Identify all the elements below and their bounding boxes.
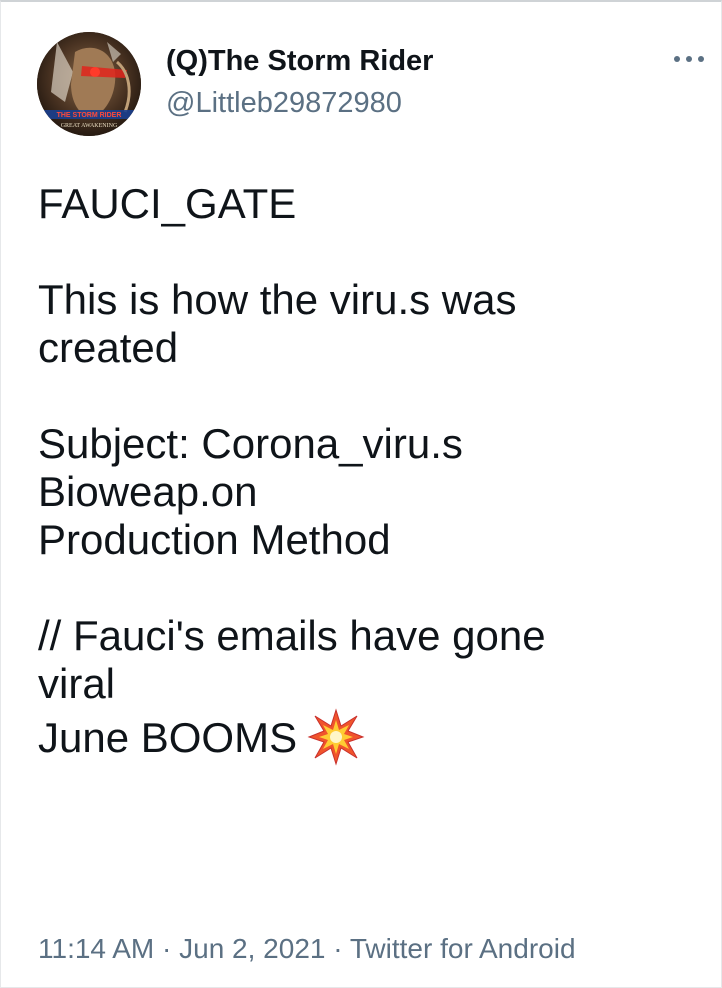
profile-avatar-icon: THE STORM RIDER GREAT AWAKENING bbox=[37, 32, 141, 136]
avatar-subtext: GREAT AWAKENING bbox=[61, 123, 118, 129]
tweet-line: This is how the viru.s was bbox=[38, 276, 517, 323]
tweet-line: FAUCI_GATE bbox=[38, 180, 297, 227]
tweet-line: Production Method bbox=[38, 516, 391, 563]
avatar[interactable]: THE STORM RIDER GREAT AWAKENING bbox=[37, 32, 141, 136]
tweet-time[interactable]: 11:14 AM bbox=[38, 933, 154, 964]
tweet-line: created bbox=[38, 324, 179, 371]
author-display-name[interactable]: (Q)The Storm Rider bbox=[166, 44, 433, 78]
author-handle[interactable]: @Littleb29872980 bbox=[166, 86, 402, 120]
more-options-button[interactable] bbox=[669, 44, 709, 74]
tweet-line: Subject: Corona_viru.s bbox=[38, 420, 463, 467]
avatar-banner-text: THE STORM RIDER bbox=[57, 112, 122, 119]
tweet-line-text: June BOOMS bbox=[38, 714, 298, 761]
tweet-line: Bioweap.on bbox=[38, 468, 258, 515]
meta-separator: · bbox=[325, 933, 350, 964]
tweet-source[interactable]: Twitter for Android bbox=[350, 933, 576, 964]
collision-emoji-icon bbox=[307, 708, 365, 766]
tweet-date[interactable]: Jun 2, 2021 bbox=[179, 933, 325, 964]
more-options-icon bbox=[674, 56, 704, 62]
tweet-metadata: 11:14 AM · Jun 2, 2021 · Twitter for And… bbox=[38, 932, 576, 966]
meta-separator: · bbox=[154, 933, 180, 964]
tweet-line: // Fauci's emails have gone bbox=[38, 612, 546, 659]
tweet-line-last: June BOOMS bbox=[38, 708, 688, 766]
tweet-line: viral bbox=[38, 660, 116, 707]
tweet-text: FAUCI_GATE This is how the viru.s was cr… bbox=[38, 180, 688, 766]
tweet-card: THE STORM RIDER GREAT AWAKENING (Q)The S… bbox=[0, 0, 722, 988]
